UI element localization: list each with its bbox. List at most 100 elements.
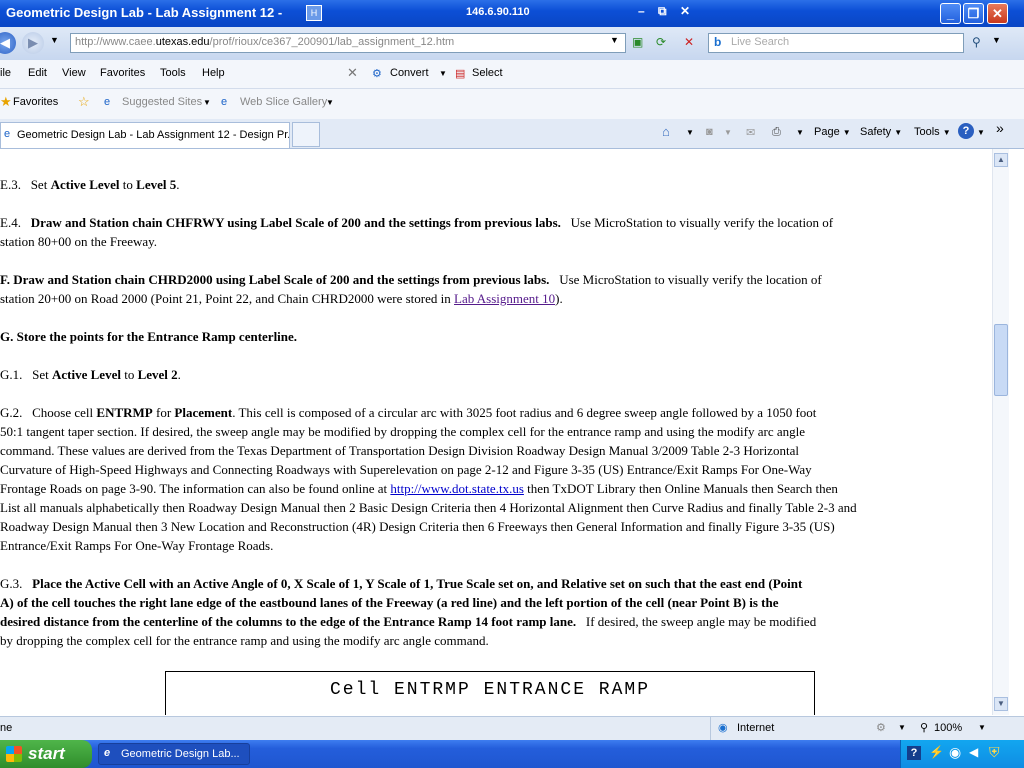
- add-favorite-icon[interactable]: ☆: [78, 94, 90, 110]
- select-button[interactable]: Select: [472, 67, 503, 79]
- page-menu[interactable]: Page ▼: [814, 126, 851, 138]
- protected-mode-icon[interactable]: ⚙: [876, 721, 886, 734]
- new-tab-button[interactable]: [292, 122, 320, 147]
- globe-icon: ◉: [718, 722, 728, 734]
- start-label: start: [28, 744, 65, 763]
- g2-line6: List all manuals alphabetically then Roa…: [0, 500, 857, 515]
- convert-dropdown-icon[interactable]: ▼: [439, 69, 447, 78]
- status-divider: [710, 717, 711, 740]
- tab-bar: e Geometric Design Lab - Lab Assignment …: [0, 119, 1024, 149]
- remote-session-bar: H 146.6.90.110 – ⧉ ✕: [298, 3, 726, 23]
- e3-level: Level 5: [136, 177, 177, 192]
- g2-text-c: for: [152, 405, 175, 420]
- web-slice-gallery-link[interactable]: Web Slice Gallery: [240, 96, 327, 108]
- history-dropdown-icon[interactable]: ▼: [50, 35, 59, 45]
- url-prefix: http://www.caee.: [75, 36, 156, 48]
- g3-line1: Place the Active Cell with an Active Ang…: [32, 576, 803, 591]
- bing-icon: b: [714, 35, 722, 49]
- menu-favorites[interactable]: Favorites: [100, 67, 145, 79]
- minimize-button[interactable]: _: [940, 3, 961, 24]
- g1-text-a: Set: [32, 367, 53, 382]
- pin-icon[interactable]: H: [306, 5, 322, 21]
- close-toolbar-icon[interactable]: ✕: [347, 65, 358, 81]
- scroll-thumb[interactable]: [994, 324, 1008, 396]
- e3-text-e: .: [176, 177, 180, 192]
- feeds-icon[interactable]: ◙: [706, 126, 713, 138]
- scroll-down-icon[interactable]: ▼: [994, 697, 1008, 711]
- g3-line4: by dropping the complex cell for the ent…: [0, 633, 489, 648]
- zoom-dropdown-icon[interactable]: ▼: [978, 723, 986, 732]
- g2-line5a: Frontage Roads on page 3-90. The informa…: [0, 481, 391, 496]
- start-button[interactable]: start: [0, 740, 92, 768]
- stop-icon[interactable]: ✕: [684, 35, 694, 49]
- menu-tools[interactable]: Tools: [160, 67, 186, 79]
- menu-help[interactable]: Help: [202, 67, 225, 79]
- tools-menu[interactable]: Tools ▼: [914, 126, 951, 138]
- windows-logo-icon: [6, 746, 22, 762]
- remote-close-icon[interactable]: ✕: [680, 4, 690, 18]
- help-dropdown-icon[interactable]: ▼: [977, 128, 985, 137]
- protected-dropdown-icon[interactable]: ▼: [898, 723, 906, 732]
- mail-icon[interactable]: ✉: [746, 126, 755, 139]
- item-g3: G.3. Place the Active Cell with an Activ…: [0, 574, 980, 650]
- suggested-dropdown-icon[interactable]: ▼: [203, 98, 211, 107]
- more-tools-button[interactable]: »: [996, 120, 1004, 136]
- security-tray-icon[interactable]: ⛨: [989, 744, 1000, 761]
- txdot-link[interactable]: http://www.dot.state.tx.us: [390, 481, 524, 496]
- e4-rest2: station 80+00 on the Freeway.: [0, 234, 158, 249]
- lab-assignment-10-link[interactable]: Lab Assignment 10: [454, 291, 555, 306]
- f-bold: F. Draw and Station chain CHRD2000 using…: [0, 272, 550, 287]
- forward-button[interactable]: ▶: [22, 32, 44, 54]
- remote-restore-icon[interactable]: ⧉: [658, 4, 667, 19]
- address-toolbar: ◀ ▶ ▼ http://www.caee.utexas.edu/prof/ri…: [0, 27, 1024, 61]
- cell-diagram: Cell ENTRMP ENTRANCE RAMP: [165, 671, 815, 715]
- home-icon[interactable]: ⌂: [662, 124, 670, 139]
- search-options-icon[interactable]: ▼: [992, 35, 1001, 45]
- search-icon[interactable]: ⚲: [972, 35, 981, 49]
- taskbar-item-ie[interactable]: e Geometric Design Lab...: [98, 743, 250, 765]
- menu-view[interactable]: View: [62, 67, 86, 79]
- help-icon[interactable]: ?: [958, 123, 974, 139]
- convert-button[interactable]: Convert: [390, 67, 429, 79]
- address-input[interactable]: http://www.caee.utexas.edu/prof/rioux/ce…: [70, 33, 626, 53]
- address-dropdown-icon[interactable]: ▼: [610, 35, 619, 45]
- refresh-icon[interactable]: ⟳: [656, 35, 666, 49]
- g3-line3b: If desired, the sweep angle may be modif…: [585, 614, 817, 629]
- window-title: Geometric Design Lab - Lab Assignment 12…: [6, 5, 283, 20]
- favorites-button[interactable]: Favorites: [13, 96, 58, 108]
- webslice-dropdown-icon[interactable]: ▼: [326, 98, 334, 107]
- menu-edit[interactable]: Edit: [28, 67, 47, 79]
- help-tray-icon[interactable]: ?: [907, 746, 921, 760]
- g1-text-c: to: [120, 367, 138, 382]
- suggested-sites-link[interactable]: Suggested Sites: [122, 96, 202, 108]
- home-dropdown-icon[interactable]: ▼: [686, 128, 694, 137]
- print-dropdown-icon[interactable]: ▼: [796, 128, 804, 137]
- search-input[interactable]: Live Search: [708, 33, 964, 53]
- zoom-level[interactable]: 100%: [934, 722, 962, 734]
- f-rest1: Use MicroStation to visually verify the …: [559, 272, 822, 287]
- g3-line3: desired distance from the centerline of …: [0, 614, 577, 629]
- g1-text-e: .: [177, 367, 181, 382]
- g2-line1: . This cell is composed of a circular ar…: [232, 405, 817, 420]
- taskbar: start e Geometric Design Lab... ? ⚡ ◉ ◀ …: [0, 740, 1024, 768]
- g1-number: G.1.: [0, 367, 23, 382]
- tab-label: Geometric Design Lab - Lab Assignment 12…: [17, 129, 290, 141]
- menu-file[interactable]: ile: [0, 67, 11, 79]
- print-icon[interactable]: ⎙: [772, 126, 781, 139]
- g2-number: G.2.: [0, 405, 23, 420]
- scroll-up-icon[interactable]: ▲: [994, 153, 1008, 167]
- close-button[interactable]: ✕: [987, 3, 1008, 24]
- vertical-scrollbar[interactable]: ▲ ▼: [992, 149, 1009, 715]
- remote-minimize-icon[interactable]: –: [638, 4, 645, 18]
- network-tray-icon[interactable]: ⚡: [929, 745, 944, 759]
- restore-button[interactable]: ❐: [963, 3, 984, 24]
- volume-tray-icon[interactable]: ◀: [969, 745, 978, 759]
- g3-number: G.3.: [0, 576, 23, 591]
- back-button[interactable]: ◀: [0, 32, 16, 54]
- feeds-dropdown-icon[interactable]: ▼: [724, 128, 732, 137]
- compatibility-icon[interactable]: ▣: [632, 35, 643, 49]
- item-f: F. Draw and Station chain CHRD2000 using…: [0, 270, 980, 308]
- tab-active[interactable]: e Geometric Design Lab - Lab Assignment …: [0, 122, 290, 148]
- safety-menu[interactable]: Safety ▼: [860, 126, 902, 138]
- ie-tray-icon[interactable]: ◉: [949, 744, 961, 761]
